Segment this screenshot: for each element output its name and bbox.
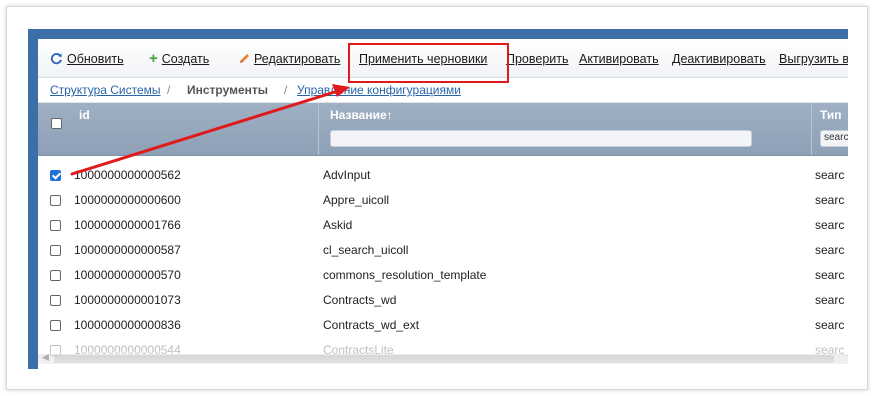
row-name: cl_search_uicoll [323,243,409,257]
table-row[interactable]: 1000000000001766 Askid searc [38,213,848,238]
edit-label: Редактировать [254,52,341,66]
row-name: commons_resolution_template [323,268,487,282]
export-button[interactable]: Выгрузить в [779,51,848,67]
row-checkbox[interactable] [50,320,61,331]
deactivate-label: Деактивировать [672,52,766,66]
scrollbar-thumb[interactable] [54,355,834,363]
row-checkbox[interactable] [50,270,61,281]
table-row[interactable]: 1000000000000562 AdvInput searc [38,163,848,188]
row-id: 1000000000000836 [74,318,181,332]
activate-label: Активировать [579,52,659,66]
row-name: AdvInput [323,168,371,182]
create-button[interactable]: + Создать [149,51,209,67]
refresh-icon [50,51,63,67]
pencil-icon [238,51,250,67]
breadcrumb-current-tools: Инструменты [187,83,269,97]
export-label: Выгрузить в [779,52,848,66]
row-id: 1000000000001073 [74,293,181,307]
refresh-label: Обновить [67,52,124,66]
breadcrumb-separator: / [284,83,288,97]
breadcrumb-link-system-structure[interactable]: Структура Системы [50,78,161,102]
column-divider [811,103,812,155]
table-row[interactable]: 1000000000000570 commons_resolution_temp… [38,263,848,288]
annotation-highlight-box [348,43,509,83]
row-name: Appre_uicoll [323,193,390,207]
table-header: id Название↑ Тип searc [38,103,848,156]
row-type: searc [815,193,845,207]
column-header-name[interactable]: Название↑ [330,108,393,122]
type-filter-value: searc [824,132,848,143]
scroll-left-arrow-icon[interactable]: ◀ [42,352,49,363]
table-row[interactable]: 1000000000000587 cl_search_uicoll searc [38,238,848,263]
column-header-id[interactable]: id [79,108,90,122]
table-row[interactable]: 1000000000000836 Contracts_wd_ext searc [38,313,848,338]
row-id: 1000000000000600 [74,193,181,207]
row-id: 1000000000001766 [74,218,181,232]
row-type: searc [815,218,845,232]
plus-icon: + [149,50,158,67]
row-name: Contracts_wd_ext [323,318,420,332]
check-label: Проверить [506,52,569,66]
row-name: Askid [323,218,353,232]
refresh-button[interactable]: Обновить [50,51,124,67]
row-checkbox[interactable] [50,245,61,256]
check-button[interactable]: Проверить [506,51,569,67]
row-id: 1000000000000587 [74,243,181,257]
row-name: Contracts_wd [323,293,397,307]
type-filter-select[interactable]: searc [820,130,848,147]
activate-button[interactable]: Активировать [579,51,659,67]
row-type: searc [815,268,845,282]
row-id: 1000000000000562 [74,168,181,182]
create-label: Создать [161,52,210,66]
column-header-type[interactable]: Тип [820,108,842,122]
table-row[interactable]: 1000000000001073 Contracts_wd searc [38,288,848,313]
row-id: 1000000000000570 [74,268,181,282]
breadcrumb-separator: / [167,83,171,97]
table-row[interactable]: 1000000000000600 Appre_uicoll searc [38,188,848,213]
row-checkbox[interactable] [50,220,61,231]
row-type: searc [815,318,845,332]
row-type: searc [815,293,845,307]
row-type: searc [815,243,845,257]
row-type: searc [815,168,845,182]
deactivate-button[interactable]: Деактивировать [672,51,766,67]
select-all-checkbox[interactable] [51,118,62,129]
horizontal-scrollbar[interactable]: ◀ [38,352,848,364]
row-checkbox[interactable] [50,295,61,306]
content-panel: Обновить + Создать Редактировать Применит… [38,39,848,369]
row-checkbox[interactable] [50,195,61,206]
column-divider [318,103,319,155]
edit-button[interactable]: Редактировать [238,51,340,67]
name-filter-input[interactable] [330,130,752,147]
row-checkbox[interactable] [50,170,61,181]
